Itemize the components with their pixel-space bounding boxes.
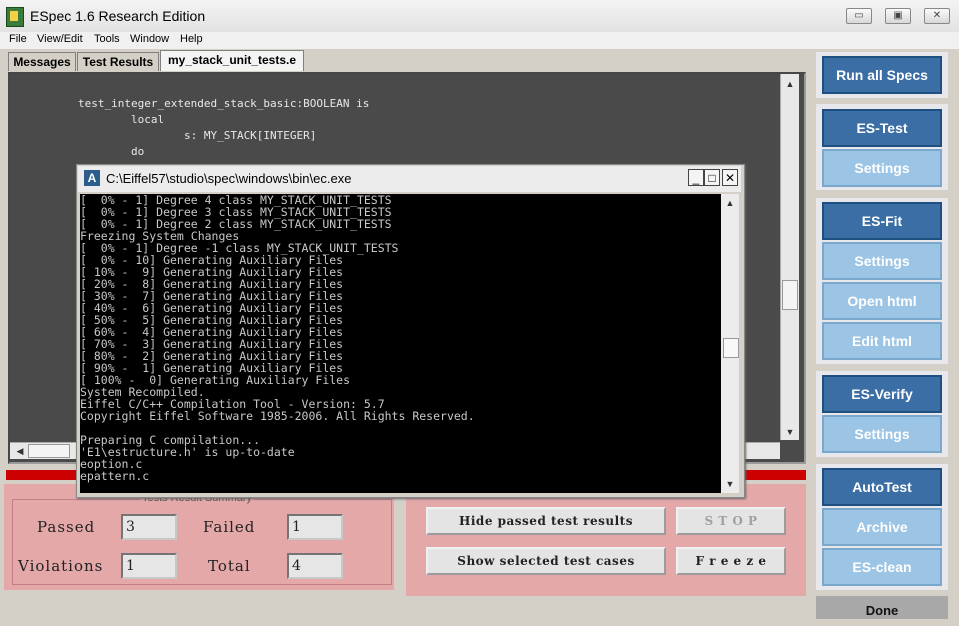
editor-horizontal-thumb[interactable] [28, 444, 70, 458]
scroll-down-icon[interactable]: ▼ [722, 476, 738, 492]
es-fit-button[interactable]: ES-Fit [822, 202, 942, 240]
scroll-up-icon[interactable]: ▲ [782, 76, 798, 92]
console-maximize-button[interactable]: □ [704, 169, 720, 186]
maximize-button[interactable]: ▣ [885, 8, 911, 24]
code-line: do [78, 145, 145, 158]
menu-window[interactable]: Window [130, 33, 169, 45]
passed-label: Passed [37, 518, 96, 536]
show-selected-button[interactable]: Show selected test cases [426, 547, 666, 575]
console-vertical-thumb[interactable] [723, 338, 739, 358]
menu-tools[interactable]: Tools [94, 33, 120, 45]
stop-button[interactable]: S T O P [676, 507, 786, 535]
archive-button[interactable]: Archive [822, 508, 942, 546]
close-button[interactable]: ✕ [924, 8, 950, 24]
code-line: test_integer_extended_stack_basic:BOOLEA… [78, 97, 370, 110]
freeze-button[interactable]: F r e e z e [676, 547, 786, 575]
app-icon [6, 7, 24, 27]
console-line: 'E1\estructure.h' is up-to-date [80, 445, 295, 459]
es-test-settings-button[interactable]: Settings [822, 149, 942, 187]
console-app-icon: A [84, 170, 100, 186]
autotest-button[interactable]: AutoTest [822, 468, 942, 506]
hide-passed-button[interactable]: Hide passed test results [426, 507, 666, 535]
console-line: eoption.c [80, 457, 143, 471]
failed-count: 1 [287, 514, 343, 540]
scroll-up-icon[interactable]: ▲ [722, 195, 738, 211]
test-actions-panel [406, 484, 806, 596]
es-verify-button[interactable]: ES-Verify [822, 375, 942, 413]
editor-vertical-thumb[interactable] [782, 280, 798, 310]
code-line: local [78, 113, 165, 126]
scroll-down-icon[interactable]: ▼ [782, 424, 798, 440]
done-status: Done [816, 596, 948, 619]
menu-view-edit[interactable]: View/Edit [37, 33, 83, 45]
tab-messages[interactable]: Messages [8, 52, 76, 71]
passed-count: 3 [121, 514, 177, 540]
es-clean-button[interactable]: ES-clean [822, 548, 942, 586]
es-fit-settings-button[interactable]: Settings [822, 242, 942, 280]
menu-bar: File View/Edit Tools Window Help [0, 32, 959, 49]
violations-label: Violations [18, 557, 104, 575]
menu-file[interactable]: File [9, 33, 27, 45]
failed-label: Failed [203, 518, 256, 536]
total-count: 4 [287, 553, 343, 579]
run-all-specs-button[interactable]: Run all Specs [822, 56, 942, 94]
console-close-button[interactable]: ✕ [722, 169, 738, 186]
minimize-button[interactable]: ▭ [846, 8, 872, 24]
tab-my-stack-unit-tests[interactable]: my_stack_unit_tests.e [160, 50, 304, 71]
open-html-button[interactable]: Open html [822, 282, 942, 320]
editor-vertical-scrollbar[interactable]: ▲ ▼ [780, 74, 799, 440]
es-test-button[interactable]: ES-Test [822, 109, 942, 147]
console-text: [ 0% - 1] Degree 4 class MY_STACK_UNIT_T… [80, 194, 721, 482]
console-minimize-button[interactable]: _ [688, 169, 704, 186]
tab-test-results[interactable]: Test Results [77, 52, 159, 71]
console-line: Copyright Eiffel Software 1985-2006. All… [80, 409, 475, 423]
code-line: s: MY_STACK[INTEGER] [78, 129, 317, 142]
console-output[interactable]: [ 0% - 1] Degree 4 class MY_STACK_UNIT_T… [80, 194, 721, 493]
editor-code: test_integer_extended_stack_basic:BOOLEA… [78, 96, 369, 160]
scroll-left-icon[interactable]: ◀ [12, 443, 28, 459]
es-verify-settings-button[interactable]: Settings [822, 415, 942, 453]
menu-help[interactable]: Help [180, 33, 203, 45]
console-line: epattern.c [80, 469, 150, 483]
window-title: ESpec 1.6 Research Edition [30, 8, 206, 24]
violations-count: 1 [121, 553, 177, 579]
console-title: C:\Eiffel57\studio\spec\windows\bin\ec.e… [106, 171, 352, 186]
total-label: Total [208, 557, 251, 575]
edit-html-button[interactable]: Edit html [822, 322, 942, 360]
